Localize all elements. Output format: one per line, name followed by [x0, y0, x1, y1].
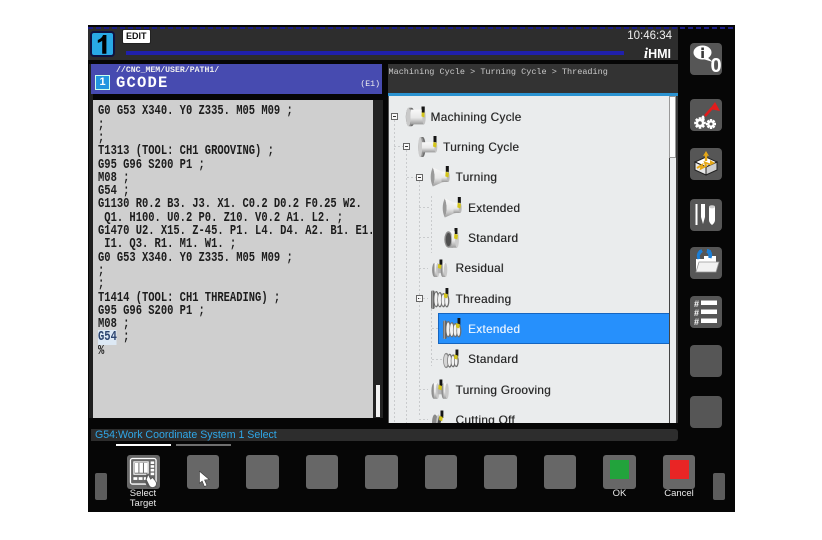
svg-text:#: # — [694, 317, 699, 327]
svg-text:0: 0 — [710, 55, 721, 75]
